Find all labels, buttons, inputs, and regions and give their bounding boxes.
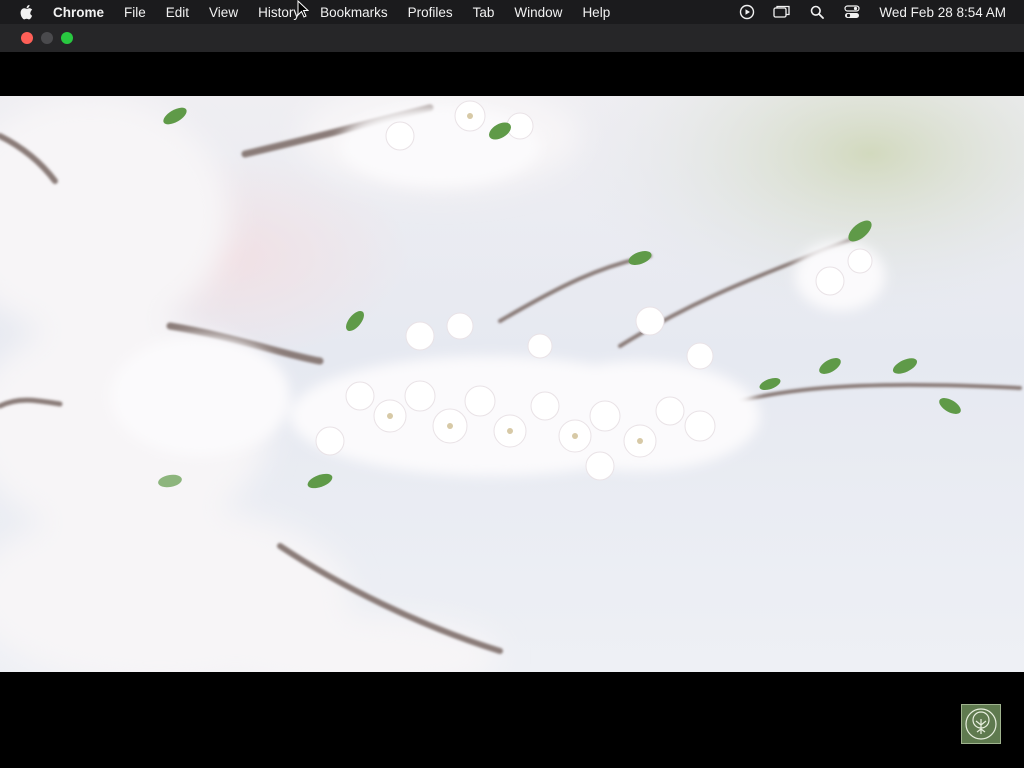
- screen-recording-icon[interactable]: [738, 4, 756, 20]
- window-title-bar: [0, 24, 1024, 52]
- apple-logo-icon[interactable]: [19, 4, 33, 20]
- menu-help[interactable]: Help: [582, 5, 610, 20]
- status-area: Wed Feb 28 8:54 AM: [721, 0, 1006, 24]
- tree-logo-icon: [961, 704, 1001, 744]
- menu-app-name[interactable]: Chrome: [53, 5, 104, 20]
- screen-mirroring-icon[interactable]: [773, 4, 791, 20]
- window-close-button[interactable]: [21, 32, 33, 44]
- menu-edit[interactable]: Edit: [166, 5, 189, 20]
- menu-bookmarks[interactable]: Bookmarks: [320, 5, 388, 20]
- menu-view[interactable]: View: [209, 5, 238, 20]
- menu-tab[interactable]: Tab: [473, 5, 495, 20]
- search-icon[interactable]: [808, 4, 826, 20]
- menu-bar-clock[interactable]: Wed Feb 28 8:54 AM: [879, 5, 1006, 20]
- menu-file[interactable]: File: [124, 5, 146, 20]
- mouse-cursor-icon: [297, 0, 309, 18]
- menu-history[interactable]: History: [258, 5, 300, 20]
- video-player[interactable]: [0, 96, 1024, 672]
- cherry-blossom-frame: [0, 96, 1024, 672]
- window-zoom-button[interactable]: [61, 32, 73, 44]
- window-minimize-button[interactable]: [41, 32, 53, 44]
- menu-bar: Chrome File Edit View History Bookmarks …: [0, 0, 1024, 24]
- menu-window[interactable]: Window: [514, 5, 562, 20]
- control-center-icon[interactable]: [843, 4, 861, 20]
- menu-profiles[interactable]: Profiles: [408, 5, 453, 20]
